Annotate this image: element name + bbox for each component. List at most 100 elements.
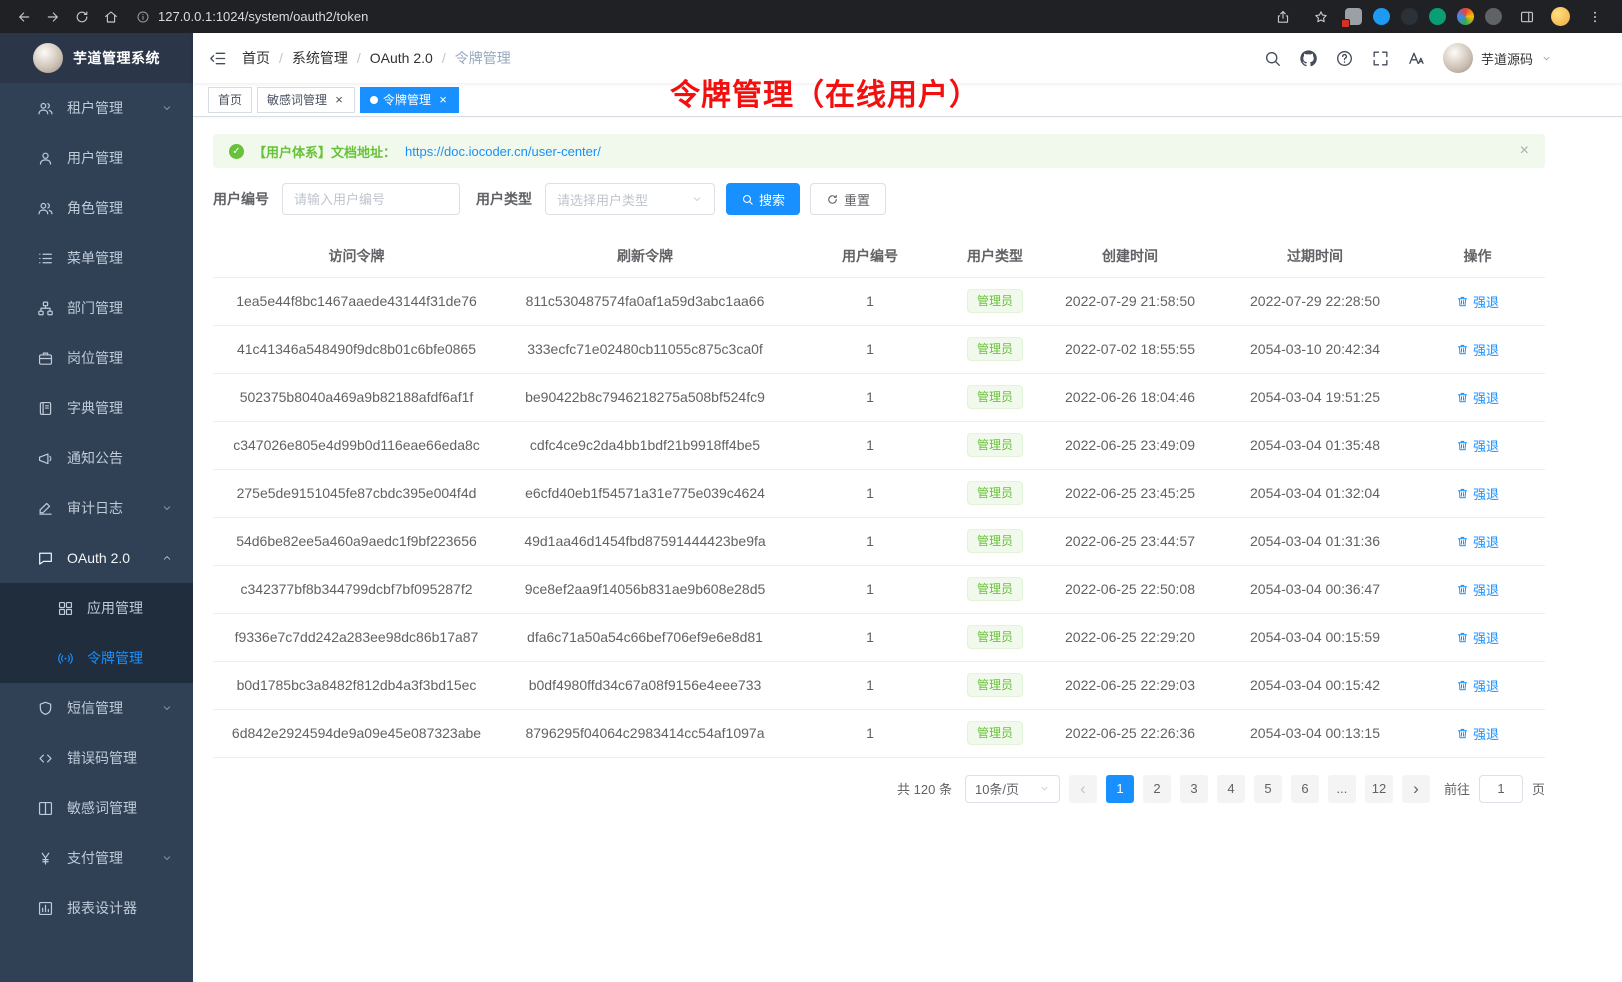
main-area: 首页/系统管理/OAuth 2.0/令牌管理 芋道源码 首页敏感词管理令牌管理 … — [193, 33, 1622, 982]
user-type-cell: 管理员 — [950, 421, 1040, 469]
browser-reload-button[interactable] — [68, 4, 95, 29]
browser-profile-avatar[interactable] — [1551, 7, 1570, 26]
alert-doc-link[interactable]: https://doc.iocoder.cn/user-center/ — [405, 144, 601, 159]
page-size-select[interactable]: 10条/页 — [965, 775, 1060, 803]
pagination-prev-button[interactable] — [1069, 775, 1097, 803]
force-logout-button[interactable]: 强退 — [1456, 724, 1499, 743]
sidebar-item-oauth2-token[interactable]: 令牌管理 — [0, 633, 193, 683]
sidebar-item-oauth2-app[interactable]: 应用管理 — [0, 583, 193, 633]
user-type-label: 用户类型 — [476, 189, 532, 209]
font-size-button[interactable] — [1407, 49, 1426, 68]
pagination-page-6[interactable]: 6 — [1291, 775, 1319, 803]
force-logout-button[interactable]: 强退 — [1456, 436, 1499, 455]
github-button[interactable] — [1299, 49, 1318, 68]
reset-button[interactable]: 重置 — [810, 183, 886, 215]
sidebar-item-dept[interactable]: 部门管理 — [0, 283, 193, 333]
table-row: 502375b8040a469a9b82188afdf6af1fbe90422b… — [213, 373, 1545, 421]
sidebar-item-sms[interactable]: 短信管理 — [0, 683, 193, 733]
extension-icon[interactable] — [1373, 8, 1390, 25]
force-logout-button[interactable]: 强退 — [1456, 628, 1499, 647]
force-logout-button[interactable]: 强退 — [1456, 340, 1499, 359]
address-bar[interactable]: 127.0.0.1:1024/system/oauth2/token — [126, 9, 1263, 24]
created-time-cell: 2022-06-25 23:45:25 — [1040, 469, 1220, 517]
sidebar-item-post[interactable]: 岗位管理 — [0, 333, 193, 383]
header-search-button[interactable] — [1263, 49, 1282, 68]
pagination-page-3[interactable]: 3 — [1180, 775, 1208, 803]
force-logout-button[interactable]: 强退 — [1456, 484, 1499, 503]
sidebar-item-oauth2[interactable]: OAuth 2.0 — [0, 533, 193, 583]
browser-home-button[interactable] — [97, 4, 124, 29]
column-header: 刷新令牌 — [500, 236, 790, 277]
search-icon — [1263, 49, 1282, 68]
user-profile-menu[interactable]: 芋道源码 — [1443, 43, 1552, 73]
side-panel-button[interactable] — [1513, 4, 1540, 29]
action-cell: 强退 — [1410, 421, 1545, 469]
tab-token[interactable]: 令牌管理 — [360, 87, 459, 113]
sidebar-item-tenant[interactable]: 租户管理 — [0, 83, 193, 133]
user-id-cell: 1 — [790, 661, 950, 709]
tab-sensitive-word[interactable]: 敏感词管理 — [257, 87, 355, 113]
pagination-goto-input[interactable] — [1479, 775, 1523, 803]
alert-banner: 【用户体系】文档地址： https://doc.iocoder.cn/user-… — [213, 134, 1545, 168]
action-cell: 强退 — [1410, 565, 1545, 613]
alert-close-icon[interactable] — [1520, 143, 1529, 159]
column-header: 用户编号 — [790, 236, 950, 277]
user-id-input[interactable] — [282, 183, 460, 215]
sidebar-collapse-button[interactable] — [208, 49, 227, 68]
sidebar-item-dict[interactable]: 字典管理 — [0, 383, 193, 433]
extension-icon[interactable] — [1429, 8, 1446, 25]
bookmark-star-button[interactable] — [1307, 4, 1334, 29]
fullscreen-button[interactable] — [1371, 49, 1390, 68]
table-row: b0d1785bc3a8482f812db4a3f3bd15ecb0df4980… — [213, 661, 1545, 709]
browser-back-button[interactable] — [10, 4, 37, 29]
force-logout-button[interactable]: 强退 — [1456, 580, 1499, 599]
sidebar-item-role[interactable]: 角色管理 — [0, 183, 193, 233]
tab-home[interactable]: 首页 — [208, 87, 252, 113]
force-logout-button[interactable]: 强退 — [1456, 532, 1499, 551]
force-logout-button[interactable]: 强退 — [1456, 676, 1499, 695]
tab-close-icon[interactable] — [437, 93, 449, 106]
pagination-page-1[interactable]: 1 — [1106, 775, 1134, 803]
pagination-more[interactable]: ... — [1328, 775, 1356, 803]
search-button[interactable]: 搜索 — [726, 183, 800, 215]
app-logo[interactable]: 芋道管理系统 — [0, 33, 193, 83]
force-logout-label: 强退 — [1473, 724, 1499, 743]
breadcrumb-item[interactable]: OAuth 2.0 — [370, 50, 433, 66]
sidebar-item-menu[interactable]: 菜单管理 — [0, 233, 193, 283]
extension-icon[interactable] — [1485, 8, 1502, 25]
user-type-tag: 管理员 — [967, 529, 1023, 553]
extension-icon[interactable] — [1401, 8, 1418, 25]
sidebar-item-pay[interactable]: 支付管理 — [0, 833, 193, 883]
sidebar-item-report-designer[interactable]: 报表设计器 — [0, 883, 193, 933]
table-row: 41c41346a548490f9dc8b01c6bfe0865333ecfc7… — [213, 325, 1545, 373]
share-button[interactable] — [1269, 4, 1296, 29]
pagination-next-button[interactable] — [1402, 775, 1430, 803]
reload-icon — [74, 9, 90, 25]
force-logout-button[interactable]: 强退 — [1456, 388, 1499, 407]
pagination-page-12[interactable]: 12 — [1365, 775, 1393, 803]
pagination-page-4[interactable]: 4 — [1217, 775, 1245, 803]
user-type-select[interactable]: 请选择用户类型 — [545, 183, 715, 215]
pagination-goto-label: 前往 — [1444, 779, 1470, 798]
breadcrumb-item[interactable]: 首页 — [242, 48, 270, 68]
trash-icon — [1456, 679, 1469, 692]
extension-icon[interactable] — [1345, 8, 1362, 25]
sidebar-item-notice[interactable]: 通知公告 — [0, 433, 193, 483]
force-logout-button[interactable]: 强退 — [1456, 292, 1499, 311]
breadcrumb-item[interactable]: 系统管理 — [292, 48, 348, 68]
browser-menu-button[interactable] — [1581, 4, 1608, 29]
sidebar-submenu-oauth2: 应用管理令牌管理 — [0, 583, 193, 683]
docs-help-button[interactable] — [1335, 49, 1354, 68]
sidebar-item-sensitive-word[interactable]: 敏感词管理 — [0, 783, 193, 833]
user-type-cell: 管理员 — [950, 709, 1040, 757]
extension-icon[interactable] — [1457, 8, 1474, 25]
sidebar-item-user[interactable]: 用户管理 — [0, 133, 193, 183]
tab-active-dot — [370, 96, 378, 104]
sidebar-item-audit-log[interactable]: 审计日志 — [0, 483, 193, 533]
sidebar-item-error-code[interactable]: 错误码管理 — [0, 733, 193, 783]
pagination-page-5[interactable]: 5 — [1254, 775, 1282, 803]
table-row: 1ea5e44f8bc1467aaede43144f31de76811c5304… — [213, 277, 1545, 325]
tab-close-icon[interactable] — [333, 93, 345, 106]
browser-forward-button[interactable] — [39, 4, 66, 29]
pagination-page-2[interactable]: 2 — [1143, 775, 1171, 803]
